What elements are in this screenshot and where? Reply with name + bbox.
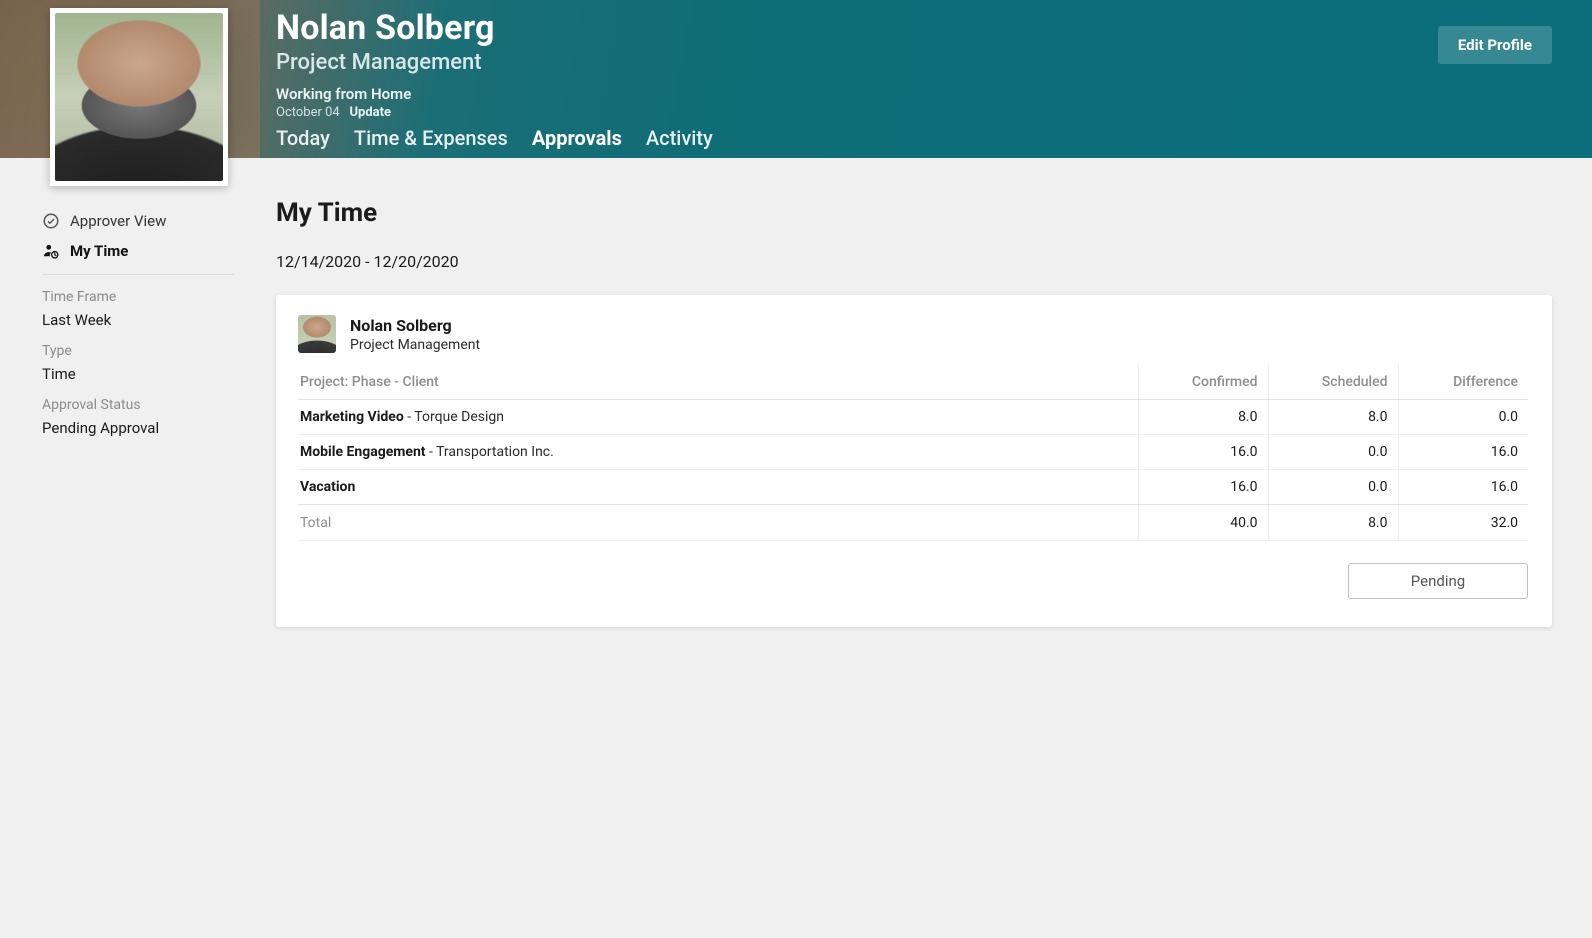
profile-name: Nolan Solberg (276, 8, 1592, 48)
sidebar-item-approver-view[interactable]: Approver View (42, 206, 234, 236)
profile-avatar (55, 13, 223, 181)
edit-profile-button[interactable]: Edit Profile (1438, 26, 1552, 64)
profile-tabs: Today Time & Expenses Approvals Activity (276, 126, 713, 150)
total-label: Total (298, 505, 1138, 541)
col-scheduled: Scheduled (1268, 365, 1398, 400)
pending-wrap: Pending (298, 563, 1528, 599)
col-difference: Difference (1398, 365, 1528, 400)
row-project: Mobile Engagement (300, 444, 426, 460)
filter-label-time-frame: Time Frame (42, 289, 234, 305)
filter-label-approval-status: Approval Status (42, 397, 234, 413)
table-row[interactable]: Mobile Engagement - Transportation Inc. … (298, 435, 1528, 470)
table-row[interactable]: Marketing Video - Torque Design 8.0 8.0 … (298, 400, 1528, 435)
row-project: Marketing Video (300, 409, 404, 425)
time-table: Project: Phase - Client Confirmed Schedu… (298, 365, 1528, 541)
col-project: Project: Phase - Client (298, 365, 1138, 400)
status-date: October 04 (276, 105, 340, 120)
row-difference: 0.0 (1398, 400, 1528, 435)
sidebar: Approver View My Time Time Frame Last We… (0, 158, 246, 627)
sidebar-item-my-time[interactable]: My Time (42, 236, 234, 266)
table-row[interactable]: Vacation 16.0 0.0 16.0 (298, 470, 1528, 505)
row-project: Vacation (300, 479, 355, 495)
filter-value-approval-status[interactable]: Pending Approval (42, 419, 234, 437)
sidebar-item-label: Approver View (70, 212, 166, 230)
profile-avatar-frame (50, 8, 228, 186)
card-avatar (298, 315, 336, 353)
col-confirmed: Confirmed (1138, 365, 1268, 400)
pending-button[interactable]: Pending (1348, 563, 1528, 599)
total-difference: 32.0 (1398, 505, 1528, 541)
row-client-name: Transportation Inc. (436, 444, 554, 460)
card-header: Nolan Solberg Project Management (298, 315, 1528, 353)
row-scheduled: 0.0 (1268, 470, 1398, 505)
table-total-row: Total 40.0 8.0 32.0 (298, 505, 1528, 541)
card-name: Nolan Solberg (350, 316, 480, 335)
status-update-link[interactable]: Update (349, 105, 391, 120)
filter-value-time-frame[interactable]: Last Week (42, 311, 234, 329)
sidebar-divider (42, 274, 234, 275)
card-role: Project Management (350, 337, 480, 353)
filter-value-type[interactable]: Time (42, 365, 234, 383)
profile-role: Project Management (276, 50, 1592, 75)
status-text: Working from Home (276, 85, 1592, 103)
row-client: - (404, 409, 415, 425)
row-client: - (426, 444, 437, 460)
row-confirmed: 8.0 (1138, 400, 1268, 435)
total-confirmed: 40.0 (1138, 505, 1268, 541)
tab-time-expenses[interactable]: Time & Expenses (354, 126, 508, 150)
row-difference: 16.0 (1398, 470, 1528, 505)
tab-today[interactable]: Today (276, 126, 330, 150)
status-block: Working from Home October 04 Update (276, 85, 1592, 120)
table-header-row: Project: Phase - Client Confirmed Schedu… (298, 365, 1528, 400)
content: Approver View My Time Time Frame Last We… (0, 158, 1592, 627)
row-confirmed: 16.0 (1138, 470, 1268, 505)
row-scheduled: 0.0 (1268, 435, 1398, 470)
check-circle-icon (42, 212, 60, 230)
date-range: 12/14/2020 - 12/20/2020 (276, 252, 1552, 271)
row-client-name: Torque Design (414, 409, 504, 425)
filter-label-type: Type (42, 343, 234, 359)
person-clock-icon (42, 242, 60, 260)
sidebar-item-label: My Time (70, 242, 128, 260)
status-subtext: October 04 Update (276, 105, 1592, 120)
tab-approvals[interactable]: Approvals (532, 126, 622, 150)
row-confirmed: 16.0 (1138, 435, 1268, 470)
page-title: My Time (276, 198, 1552, 228)
hero-banner: Nolan Solberg Project Management Working… (0, 0, 1592, 158)
row-difference: 16.0 (1398, 435, 1528, 470)
time-card: Nolan Solberg Project Management Project… (276, 295, 1552, 627)
row-scheduled: 8.0 (1268, 400, 1398, 435)
main: My Time 12/14/2020 - 12/20/2020 Nolan So… (246, 158, 1592, 627)
total-scheduled: 8.0 (1268, 505, 1398, 541)
tab-activity[interactable]: Activity (646, 126, 713, 150)
